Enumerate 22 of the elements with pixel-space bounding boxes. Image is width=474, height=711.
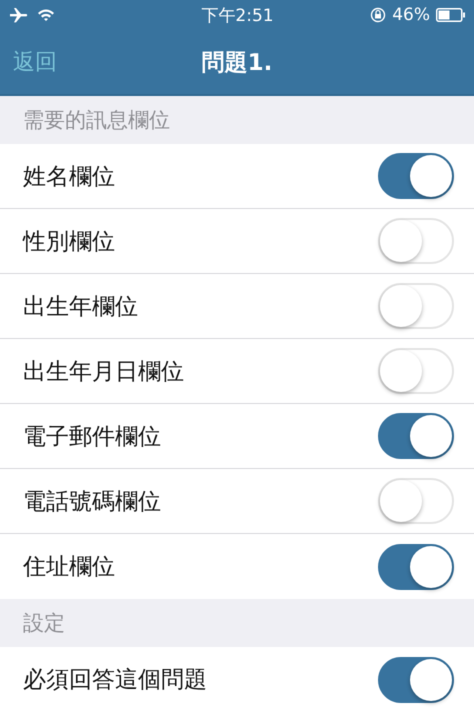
section-header: 需要的訊息欄位 (23, 107, 170, 134)
row-label: 性別欄位 (23, 228, 115, 256)
section-header: 設定 (23, 610, 65, 637)
rotation-lock-icon (370, 7, 386, 23)
row-label: 必須回答這個問題 (23, 666, 207, 695)
toggle-switch[interactable] (378, 544, 454, 590)
battery-percentage: 46% (392, 5, 430, 25)
nav-title: 問題1. (202, 48, 272, 78)
toggle-switch[interactable] (378, 153, 454, 199)
status-time: 下午2:51 (201, 4, 274, 26)
toggle-switch[interactable] (378, 413, 454, 459)
airplane-icon (9, 7, 29, 23)
row-label: 住址欄位 (23, 553, 115, 582)
row-label: 姓名欄位 (23, 162, 115, 192)
row-label: 出生年月日欄位 (23, 358, 184, 386)
battery-icon (436, 8, 466, 22)
row-label: 電話號碼欄位 (23, 488, 161, 516)
row-label: 出生年欄位 (23, 292, 138, 322)
back-button[interactable]: 返回 (0, 47, 70, 77)
toggle-switch[interactable] (378, 656, 454, 702)
wifi-icon (37, 8, 55, 22)
row-label: 電子郵件欄位 (23, 422, 161, 452)
